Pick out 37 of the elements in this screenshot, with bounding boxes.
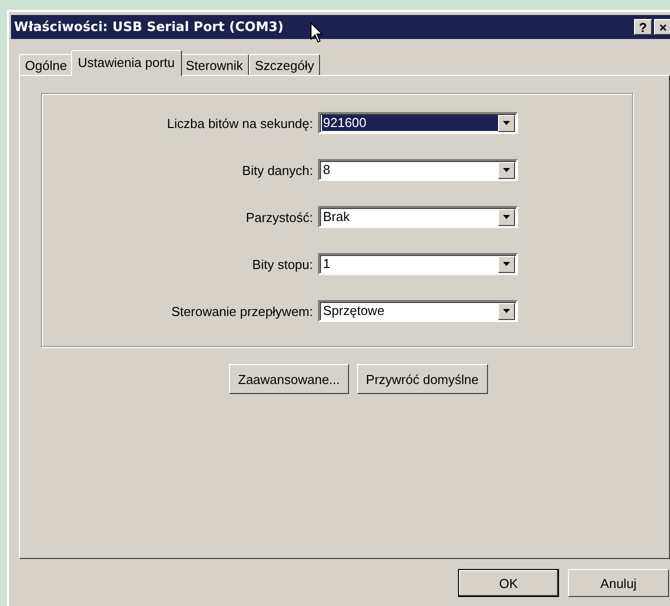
tab[interactable]: Ustawienia portu bbox=[70, 50, 182, 76]
tab[interactable]: Ogólne bbox=[19, 54, 73, 75]
dropdown-button[interactable] bbox=[498, 256, 515, 272]
dropdown-field[interactable]: 8 bbox=[318, 159, 518, 181]
dropdown-field[interactable]: Brak bbox=[318, 206, 518, 228]
setting-label: Sterowanie przepływem: bbox=[170, 304, 314, 318]
close-button[interactable]: × bbox=[654, 19, 670, 35]
restore-defaults-button[interactable]: Przywróć domyślne bbox=[356, 364, 488, 394]
help-button[interactable]: ? bbox=[634, 19, 652, 35]
dropdown-button[interactable] bbox=[498, 302, 515, 320]
caret-icon bbox=[503, 262, 510, 266]
setting-label: Liczba bitów na sekundę: bbox=[166, 116, 314, 130]
dropdown-value: 8 bbox=[322, 162, 332, 178]
dropdown-value: 1 bbox=[322, 256, 332, 272]
cancel-button[interactable]: Anuluj bbox=[568, 569, 669, 597]
dropdown-field[interactable]: Sprzętowe bbox=[318, 300, 518, 322]
dropdown-button[interactable] bbox=[498, 114, 515, 132]
window-title: Właściwości: USB Serial Port (COM3) bbox=[14, 20, 284, 34]
dropdown-button[interactable] bbox=[498, 208, 515, 226]
setting-label: Parzystość: bbox=[244, 210, 314, 224]
tab[interactable]: Sterownik bbox=[180, 54, 249, 75]
dropdown-value: Sprzętowe bbox=[322, 303, 386, 319]
dropdown-value: Brak bbox=[322, 209, 351, 225]
ok-button[interactable]: OK bbox=[458, 569, 559, 597]
caret-icon bbox=[503, 309, 510, 313]
advanced-button[interactable]: Zaawansowane... bbox=[229, 364, 349, 394]
setting-label: Bity stopu: bbox=[251, 256, 314, 272]
dropdown-field[interactable]: 921600 bbox=[318, 112, 518, 134]
caret-icon bbox=[503, 215, 510, 219]
mouse-pointer-icon bbox=[310, 22, 324, 44]
dropdown-value: 921600 bbox=[322, 115, 498, 131]
caret-icon bbox=[503, 121, 510, 125]
setting-label: Bity danych: bbox=[241, 162, 314, 178]
dropdown-field[interactable]: 1 bbox=[318, 253, 518, 275]
caret-icon bbox=[503, 168, 510, 172]
tab[interactable]: Szczegóły bbox=[248, 54, 320, 75]
dropdown-button[interactable] bbox=[498, 162, 515, 178]
